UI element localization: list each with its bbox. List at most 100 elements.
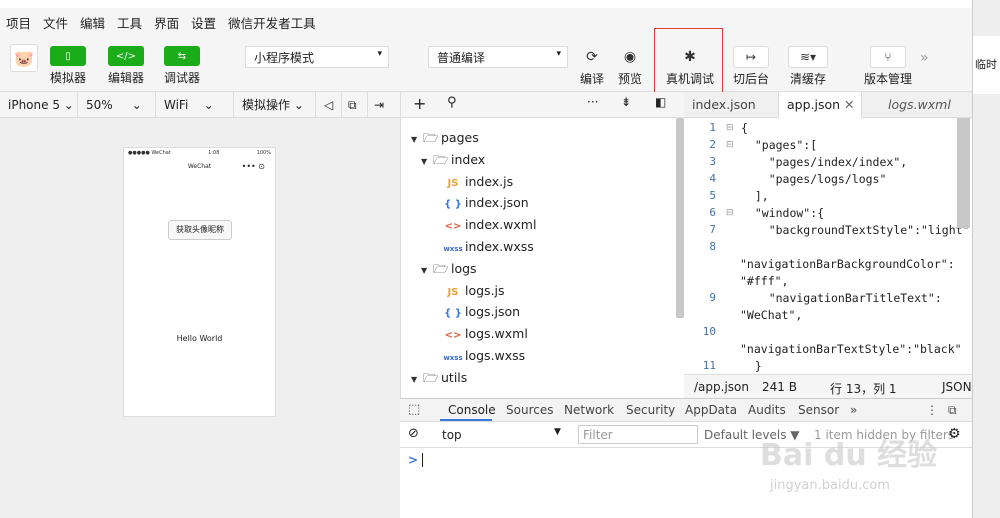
clear-cache-button[interactable]: ≋▾ 清缓存 [786,40,830,87]
folder-logs[interactable]: ▼ 🗁 logs [421,258,477,280]
inspect-icon[interactable]: ⬚ [408,402,420,417]
file-label: index.wxss [465,239,534,254]
close-icon[interactable]: ✕ [844,97,854,112]
folder-pages[interactable]: ▼ 🗁 pages [411,127,479,149]
tab-audits[interactable]: Audits [748,403,786,417]
fold-icon[interactable]: ⊟ [726,208,734,218]
filter-input[interactable]: Filter [578,425,698,444]
folder-index[interactable]: ▼ 🗁 index [421,149,485,171]
network-value: WiFi [164,97,189,112]
file-size: 241 B [762,380,797,394]
tab-sources[interactable]: Sources [506,403,553,417]
collapse-icon[interactable]: ⇟ [621,95,631,109]
version-button[interactable]: ⑂ 版本管理 [862,40,914,87]
tab-index-json[interactable]: index.json [684,92,764,118]
code-line: "pages/index/index", [741,155,908,169]
more-icon[interactable]: ··· [587,95,598,109]
folder-utils[interactable]: ▼ 🗁 utils [411,367,467,389]
debugger-button[interactable]: ⇆ 调试器 [158,40,206,86]
clear-console-icon[interactable]: ⊘ [408,426,419,441]
battery: 100% [256,150,271,156]
operation-select[interactable]: 模拟操作 ⌄ [234,91,316,118]
tab-console[interactable]: Console [448,403,496,417]
background-label: 临时 [975,58,997,71]
language-mode[interactable]: JSON [942,380,972,394]
detach-icon[interactable]: ⇥ [368,92,398,118]
get-profile-button[interactable]: 获取头像昵称 [168,220,232,240]
volume-icon[interactable]: ◁ [316,91,342,118]
code-line: "backgroundTextStyle":"light", [741,223,972,237]
menu-item-settings[interactable]: 设置 [191,13,216,32]
file-index-js[interactable]: JS index.js [443,171,514,193]
avatar[interactable]: 🐷 [10,44,38,72]
more-chevron-icon[interactable]: » [920,50,929,66]
carrier: ●●●●● WeChat [128,150,171,156]
kebab-icon[interactable]: ⋮ [926,403,938,417]
file-label: utils [441,369,468,385]
file-logs-wxss[interactable]: wxss logs.wxss [443,345,525,367]
compile-mode-value: 普通编译 [437,51,486,65]
file-label: index [451,151,486,167]
chevron-down-icon[interactable]: ▼ [411,129,423,151]
mode-select[interactable]: 小程序模式 ▾ [245,46,389,68]
file-index-json[interactable]: { } index.json [443,192,529,214]
chevron-down-icon[interactable]: ▼ [411,369,423,391]
tab-logs-wxml[interactable]: logs.wxml [880,92,959,118]
background-button[interactable]: ↦ 切后台 [730,40,772,87]
branch-icon: ⑂ [870,46,906,68]
tab-sensor[interactable]: Sensor [798,403,839,417]
simulator-button[interactable]: ▯ 模拟器 [44,40,92,86]
preview-label: 预览 [617,72,642,86]
js-file-icon: JS [447,286,459,298]
editor-scrollbar[interactable] [957,118,970,228]
file-logs-wxml[interactable]: <> logs.wxml [443,323,528,345]
more-tabs-icon[interactable]: » [850,403,857,417]
clock: 1:08 [208,150,220,156]
chevron-down-icon[interactable]: ▼ [421,151,433,173]
fold-icon[interactable]: ⊟ [726,123,734,133]
chevron-down-icon[interactable]: ▼ [421,260,433,282]
json-file-icon: { } [444,199,462,211]
file-tree: ▼ 🗁 pages ▼ 🗁 index JS index.js{ } index.json <> i… [400,118,684,398]
devtools-window: 项目 文件 编辑 工具 界面 设置 微信开发者工具 🐷 ▯ 模拟器 </> 编辑… [0,0,1000,518]
preview-button[interactable]: ◉ 预览 [614,40,646,87]
file-logs-json[interactable]: { } logs.json [443,301,520,323]
tree-scrollbar[interactable] [676,118,684,318]
simulator-area: ●●●●● WeChat 1:08 100% WeChat ••• ⊙ 获取头像… [0,118,400,518]
menu-item-tools[interactable]: 工具 [117,13,142,32]
background-label: 切后台 [732,72,769,86]
menu-item-devtools[interactable]: 微信开发者工具 [228,13,316,32]
context-select[interactable]: top [442,428,462,442]
menu-item-file[interactable]: 文件 [43,13,68,32]
caret-down-icon[interactable]: ▼ [554,427,561,437]
menu-item-project[interactable]: 项目 [6,13,31,32]
search-icon[interactable]: ⚲ [447,95,457,110]
device-select[interactable]: iPhone 5 ⌄ [0,91,78,118]
file-index-wxss[interactable]: wxss index.wxss [443,236,534,258]
capsule-menu-icon[interactable]: ••• ⊙ [242,162,265,171]
zoom-select[interactable]: 50% ⌄ [78,91,156,118]
network-select[interactable]: WiFi ⌄ [156,91,234,118]
tab-network[interactable]: Network [564,403,614,417]
compile-button[interactable]: ⟳ 编译 [576,40,608,87]
add-icon[interactable]: + [413,94,426,113]
code-editor[interactable]: 1 ⊟ {2 ⊟ "pages":[3 "pages/index/index", 4 "… [684,118,972,374]
menu-item-view[interactable]: 界面 [154,13,179,32]
line-number: 10 [702,325,716,338]
split-icon[interactable]: ◧ [655,95,666,109]
dock-icon[interactable]: ⧉ [948,403,957,418]
line-number: 4 [709,172,716,185]
code-line: "window":{ [741,206,825,220]
file-logs-js[interactable]: JS logs.js [443,280,505,302]
editor-button[interactable]: </> 编辑器 [102,40,150,86]
fold-icon[interactable]: ⊟ [726,140,734,150]
menu-item-edit[interactable]: 编辑 [80,13,105,32]
gear-icon[interactable]: ⚙ [948,426,961,442]
tab-appdata[interactable]: AppData [685,403,737,417]
tab-app-json[interactable]: app.json ✕ [778,92,862,118]
tab-security[interactable]: Security [626,403,675,417]
window-icon[interactable]: ⧉ [342,91,368,118]
compile-mode-select[interactable]: 普通编译 ▾ [428,46,568,68]
editor-tabs: index.json app.json ✕ logs.wxml [684,92,972,118]
file-index-wxml[interactable]: <> index.wxml [443,214,537,236]
